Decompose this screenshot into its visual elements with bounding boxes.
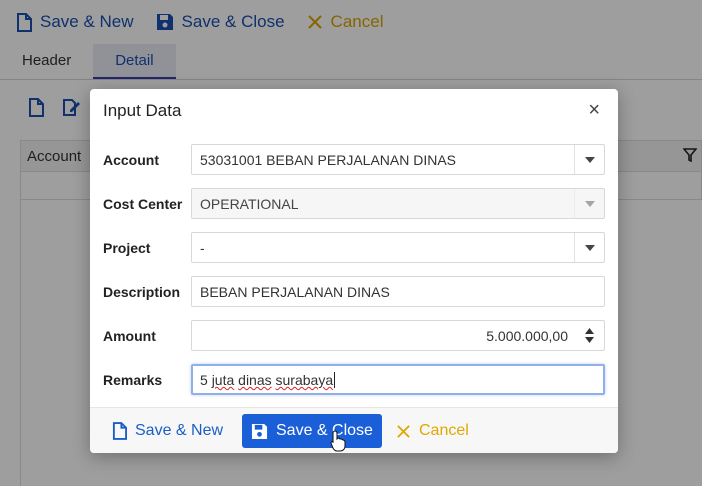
cost-center-select: OPERATIONAL [191,188,605,219]
amount-value: 5.000.000,00 [486,328,568,344]
account-value: 53031001 BEBAN PERJALANAN DINAS [200,152,457,168]
dialog-save-close-button[interactable]: Save & Close [242,414,382,448]
file-icon [112,422,127,440]
cost-center-row: Cost Center OPERATIONAL [103,188,605,220]
account-label: Account [103,152,159,168]
dialog-save-new-button[interactable]: Save & New [104,414,231,448]
close-icon[interactable]: × [588,99,600,122]
chevron-down-icon[interactable] [574,233,604,262]
remarks-misspelled-word: juta [211,372,235,388]
remarks-misspelled-word: dinas [238,372,272,388]
remarks-input[interactable]: 5 juta dinas surabaya [191,364,605,395]
amount-spinner[interactable] [574,321,604,350]
project-select[interactable]: - [191,232,605,263]
amount-row: Amount 5.000.000,00 [103,320,605,352]
cost-center-label: Cost Center [103,196,183,212]
account-select[interactable]: 53031001 BEBAN PERJALANAN DINAS [191,144,605,175]
amount-label: Amount [103,328,156,344]
dialog-save-new-label: Save & New [135,422,224,439]
description-input[interactable]: BEBAN PERJALANAN DINAS [191,276,605,307]
remarks-row: Remarks 5 juta dinas surabaya [103,364,605,396]
dialog-footer: Save & New Save & Close Cancel [90,407,618,453]
amount-input[interactable]: 5.000.000,00 [191,320,605,351]
text-caret [334,372,336,388]
project-value: - [200,240,205,256]
dialog-cancel-label: Cancel [419,422,469,439]
save-icon [251,423,268,439]
spin-down-icon[interactable] [584,337,594,343]
dialog-title: Input Data [103,101,182,120]
account-row: Account 53031001 BEBAN PERJALANAN DINAS [103,144,605,176]
chevron-down-icon[interactable] [574,145,604,174]
remarks-misspelled-word: surabaya [275,372,334,388]
cost-center-value: OPERATIONAL [200,196,299,212]
remarks-text-part: 5 [200,372,212,388]
input-data-dialog: Input Data × Account 53031001 BEBAN PERJ… [90,89,618,453]
x-icon [397,424,410,438]
hand-cursor-icon [330,430,346,452]
description-row: Description BEBAN PERJALANAN DINAS [103,276,605,308]
description-label: Description [103,284,181,300]
project-label: Project [103,240,151,256]
remarks-label: Remarks [103,372,163,388]
project-row: Project - [103,232,605,264]
dialog-save-close-label: Save & Close [276,422,373,439]
remarks-value: 5 juta dinas surabaya [200,372,336,388]
chevron-down-icon [574,189,604,218]
spin-up-icon[interactable] [584,328,594,334]
description-value: BEBAN PERJALANAN DINAS [200,284,390,300]
dialog-cancel-button[interactable]: Cancel [388,414,477,448]
